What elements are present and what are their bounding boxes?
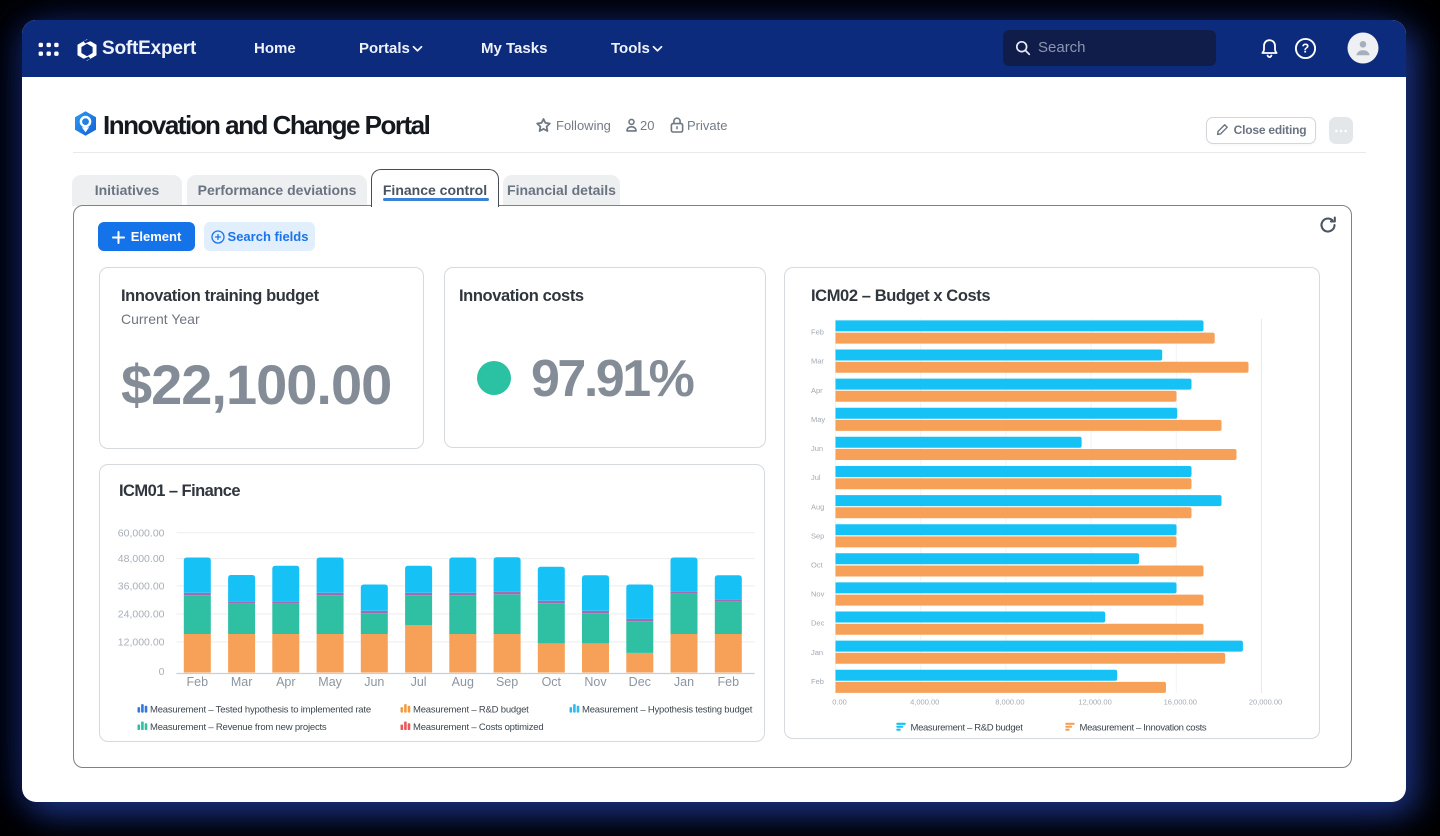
- svg-text:4,000.00: 4,000.00: [910, 698, 939, 707]
- svg-text:Oct: Oct: [811, 561, 824, 570]
- svg-text:0: 0: [159, 666, 165, 678]
- svg-text:16,000.00: 16,000.00: [1164, 698, 1197, 707]
- svg-text:Jul: Jul: [811, 473, 821, 482]
- svg-text:Feb: Feb: [718, 675, 740, 689]
- svg-text:Nov: Nov: [584, 675, 607, 689]
- svg-text:Measurement – Tested hypothesi: Measurement – Tested hypothesis to imple…: [150, 704, 371, 715]
- svg-text:Apr: Apr: [811, 386, 823, 395]
- svg-text:Aug: Aug: [452, 675, 474, 689]
- svg-text:Apr: Apr: [276, 675, 295, 689]
- svg-text:Oct: Oct: [542, 675, 562, 689]
- svg-text:Measurement – Hypothesis testi: Measurement – Hypothesis testing budget: [582, 704, 753, 715]
- svg-text:Mar: Mar: [811, 357, 824, 366]
- svg-text:Feb: Feb: [811, 677, 824, 686]
- svg-text:8,000.00: 8,000.00: [995, 698, 1024, 707]
- svg-text:Mar: Mar: [231, 675, 253, 689]
- svg-text:Sep: Sep: [496, 675, 518, 689]
- svg-text:Jan: Jan: [674, 675, 694, 689]
- svg-text:36,000.00: 36,000.00: [118, 580, 165, 592]
- svg-text:Jul: Jul: [411, 675, 427, 689]
- svg-text:Measurement – Revenue from new: Measurement – Revenue from new projects: [150, 722, 327, 733]
- svg-text:Jun: Jun: [811, 444, 823, 453]
- svg-text:Aug: Aug: [811, 502, 824, 511]
- svg-text:0.00: 0.00: [832, 698, 847, 707]
- svg-text:Sep: Sep: [811, 531, 824, 540]
- svg-text:May: May: [318, 675, 342, 689]
- svg-text:Dec: Dec: [811, 619, 825, 628]
- svg-text:Dec: Dec: [629, 675, 651, 689]
- svg-text:Measurement – Costs optimized: Measurement – Costs optimized: [413, 722, 543, 733]
- svg-text:?: ?: [1302, 42, 1310, 56]
- svg-text:Jan: Jan: [811, 648, 823, 657]
- svg-text:24,000.00: 24,000.00: [118, 609, 165, 621]
- svg-text:12,000.00: 12,000.00: [1078, 698, 1111, 707]
- svg-text:Feb: Feb: [187, 675, 209, 689]
- svg-text:Measurement – Innovation costs: Measurement – Innovation costs: [1080, 723, 1207, 734]
- svg-text:Jun: Jun: [364, 675, 384, 689]
- svg-text:Measurement – R&D budget: Measurement – R&D budget: [911, 723, 1024, 734]
- svg-text:12,000.00: 12,000.00: [118, 636, 165, 648]
- svg-text:60,000.00: 60,000.00: [118, 527, 165, 539]
- svg-text:Nov: Nov: [811, 590, 825, 599]
- svg-text:Measurement – R&D budget: Measurement – R&D budget: [413, 704, 529, 715]
- svg-text:Feb: Feb: [811, 328, 824, 337]
- svg-text:48,000.00: 48,000.00: [118, 553, 165, 565]
- svg-text:20,000.00: 20,000.00: [1249, 698, 1282, 707]
- svg-text:May: May: [811, 415, 825, 424]
